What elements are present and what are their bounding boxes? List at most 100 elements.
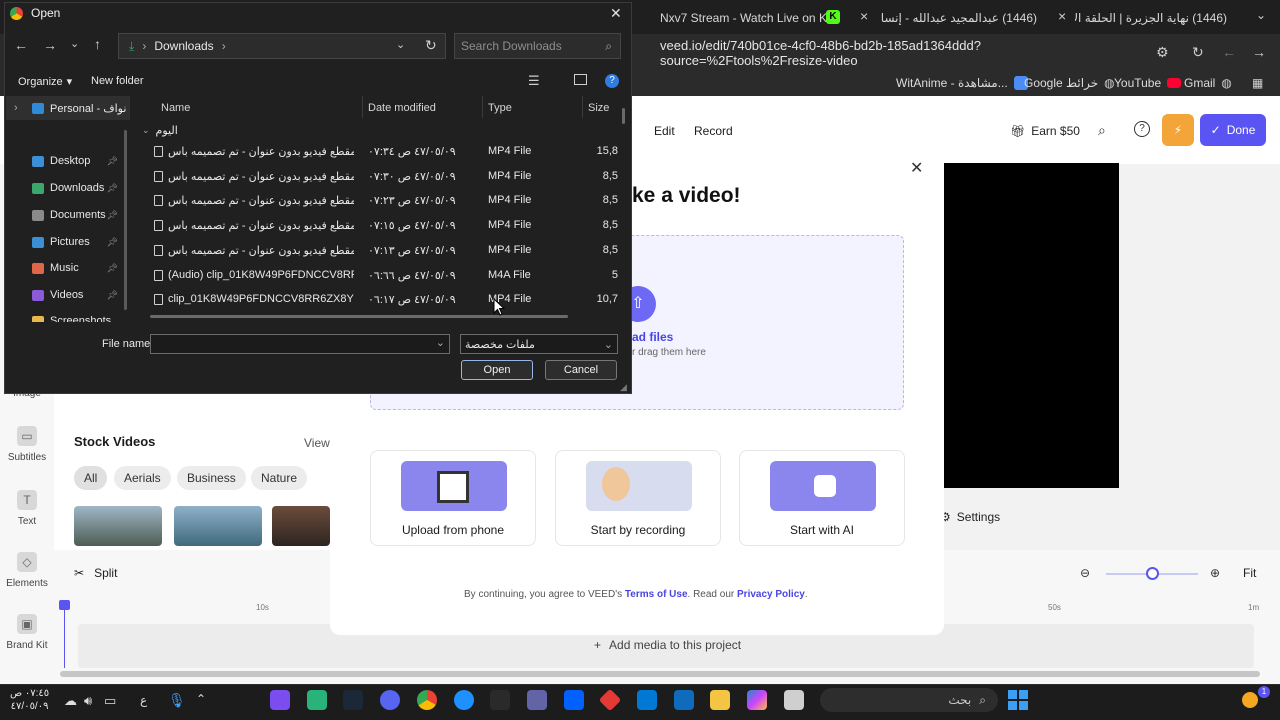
nav-item-1[interactable]: Desktop 📌︎	[6, 149, 130, 173]
horizontal-scrollbar[interactable]	[150, 315, 568, 318]
zoom-in-icon[interactable]: ⊕	[1210, 566, 1220, 580]
terms-link[interactable]: Terms of Use	[625, 589, 688, 600]
reload-icon[interactable]: ↻	[1192, 44, 1204, 61]
path-segment[interactable]: Downloads	[154, 39, 213, 53]
up-icon[interactable]: ↑	[94, 36, 101, 52]
rail-brand-kit[interactable]: ▣ Brand Kit	[0, 614, 54, 651]
search-input[interactable]: Search Downloads ⌕	[454, 33, 621, 59]
input-language[interactable]: ع	[140, 693, 147, 707]
tab-youtube-1[interactable]: (1446) عبدالمجيد عبدالله - إنسان	[880, 4, 1055, 32]
file-row[interactable]: مقطع فيديو بدون عنوان - تم تصميمه باس...…	[136, 165, 628, 189]
file-row[interactable]: مقطع فيديو بدون عنوان - تم تصميمه باس...…	[136, 140, 628, 164]
bookmark-google-maps[interactable]: Google خرائط ◍	[1024, 76, 1115, 90]
rail-elements[interactable]: ◇ Elements	[0, 552, 54, 589]
copilot-icon[interactable]	[747, 690, 767, 710]
tab-list-icon[interactable]: ⌄	[1256, 8, 1266, 22]
rail-text[interactable]: T Text	[0, 490, 54, 527]
chevron-up-icon[interactable]: ⌃	[196, 692, 206, 706]
open-button[interactable]: Open	[461, 360, 533, 380]
file-row[interactable]: مقطع فيديو بدون عنوان - تم تصميمه باس...…	[136, 239, 628, 263]
app-icon[interactable]	[307, 690, 327, 710]
url-field[interactable]: veed.io/edit/740b01ce-4cf0-48b6-bd2b-185…	[660, 38, 1120, 68]
horizontal-scrollbar[interactable]	[60, 671, 1260, 677]
bookmark-youtube[interactable]: YouTube	[1114, 76, 1182, 90]
tab-close-icon[interactable]: ×	[1058, 8, 1066, 24]
zoom-slider-handle[interactable]	[1146, 567, 1159, 580]
close-icon[interactable]: ✕	[910, 158, 923, 178]
chip-nature[interactable]: Nature	[251, 466, 308, 490]
chevron-right-icon[interactable]: ›	[14, 102, 18, 114]
upgrade-button[interactable]: ⚡︎	[1162, 114, 1194, 146]
file-name-input[interactable]: ⌄	[150, 334, 450, 354]
discord-icon[interactable]	[380, 690, 400, 710]
file-explorer-icon[interactable]	[710, 690, 730, 710]
bookmark-gmail[interactable]: Gmail ◍	[1184, 76, 1232, 90]
chrome-icon[interactable]	[417, 690, 437, 710]
taskbar-search[interactable]: بحث ⌕	[820, 688, 998, 712]
microphone-icon[interactable]: 🎙︎	[168, 692, 186, 709]
stock-thumbnail[interactable]	[74, 506, 162, 546]
column-date-modified[interactable]: Date modified	[368, 102, 436, 114]
playhead-handle[interactable]	[59, 600, 70, 610]
nav-item-2[interactable]: Downloads 📌︎	[6, 176, 130, 200]
nav-item-7[interactable]: Screenshots	[6, 309, 130, 322]
tab-close-icon[interactable]: ×	[860, 8, 868, 24]
stock-thumbnail[interactable]	[272, 506, 330, 546]
menu-record[interactable]: Record	[694, 124, 733, 138]
bookmark-witanime[interactable]: WitAnime - مشاهدة...	[896, 76, 1028, 90]
column-size[interactable]: Size	[588, 102, 609, 114]
column-type[interactable]: Type	[488, 102, 512, 114]
store-icon[interactable]	[674, 690, 694, 710]
file-type-select[interactable]: ملفات مخصصة ⌄	[460, 334, 618, 354]
forward-icon[interactable]: →	[1252, 44, 1266, 60]
column-name[interactable]: Name	[161, 102, 190, 114]
playhead[interactable]	[64, 604, 65, 668]
settings-button[interactable]: ⚙ Settings	[940, 510, 1000, 524]
nav-item-6[interactable]: Videos 📌︎	[6, 283, 130, 307]
steam-icon[interactable]	[343, 690, 363, 710]
network-icon[interactable]: ☁	[64, 693, 77, 709]
teams-icon[interactable]	[527, 690, 547, 710]
new-folder-button[interactable]: New folder	[91, 75, 144, 87]
nav-item-5[interactable]: Music 📌︎	[6, 256, 130, 280]
stock-view-link[interactable]: View	[304, 436, 330, 450]
group-header[interactable]: ⌄ اليوم	[142, 124, 178, 137]
fit-button[interactable]: Fit	[1243, 566, 1256, 580]
start-with-ai-card[interactable]: Start with AI	[739, 450, 905, 546]
all-bookmarks-icon[interactable]: ▦	[1252, 76, 1263, 90]
chip-all[interactable]: All	[74, 466, 108, 490]
epic-games-icon[interactable]	[490, 690, 510, 710]
rail-subtitles[interactable]: ▭ Subtitles	[0, 426, 54, 463]
dialog-close-icon[interactable]: ✕	[610, 5, 622, 22]
volume-icon[interactable]: 🔊︎	[84, 693, 92, 709]
add-media-button[interactable]: + Add media to this project	[594, 638, 741, 652]
upload-files-link[interactable]: ad files	[632, 330, 673, 344]
back-icon[interactable]: ←	[1222, 44, 1236, 60]
search-icon[interactable]: ⌕	[1098, 122, 1106, 139]
earn-button[interactable]: 🎁︎ Earn $50	[1010, 124, 1080, 138]
path-dropdown-icon[interactable]: ⌄	[396, 38, 405, 51]
chip-business[interactable]: Business	[177, 466, 246, 490]
split-button[interactable]: ✂ Split	[74, 566, 117, 580]
file-row[interactable]: clip_01K8W49P6FDNCCV8RR6ZX8YN3D ٤٧/٠٥/٠٩ …	[136, 288, 628, 312]
stock-thumbnail[interactable]	[174, 506, 262, 546]
tab-youtube-2[interactable]: (1446) نهاية الجزيرة | الحلقة الأخ	[1075, 4, 1245, 32]
chip-aerials[interactable]: Aerials	[114, 466, 171, 490]
back-icon[interactable]: ←	[14, 37, 28, 53]
edge-icon[interactable]	[454, 690, 474, 710]
help-icon[interactable]: ?	[605, 74, 619, 88]
vertical-scrollbar[interactable]	[622, 108, 625, 124]
start-icon[interactable]	[1008, 690, 1028, 710]
nav-item-3[interactable]: Documents 📌︎	[6, 203, 130, 227]
tab-kick[interactable]: Nxv7 Stream - Watch Live on K	[650, 4, 840, 32]
nav-scrollbar[interactable]	[124, 130, 127, 310]
help-icon[interactable]: ?	[1134, 121, 1150, 137]
start-by-recording-card[interactable]: Start by recording	[555, 450, 721, 546]
clock[interactable]: ٠٧:٤٥ ص ٤٧/٠٥/٠٩	[10, 687, 49, 713]
zoom-out-icon[interactable]: ⊖	[1080, 566, 1090, 580]
cancel-button[interactable]: Cancel	[545, 360, 617, 380]
preview-pane-icon[interactable]	[574, 74, 587, 85]
file-row[interactable]: (Audio) clip_01K8W49P6FDNCCV8RR6ZX... ٤٧/…	[136, 264, 628, 288]
nav-item-0[interactable]: Personal - نواف ›	[6, 96, 130, 120]
organize-menu[interactable]: Organize ▾	[18, 75, 72, 89]
